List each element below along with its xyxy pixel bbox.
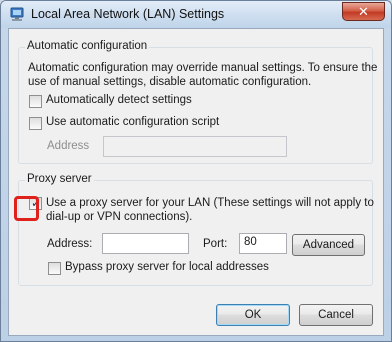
- proxy-server-legend: Proxy server: [25, 173, 94, 185]
- ok-button-label: OK: [244, 309, 262, 321]
- automatic-configuration-group: Automatic configuration Automatic config…: [18, 40, 377, 164]
- annotation-highlight-box: [14, 196, 39, 221]
- proxy-address-label: Address:: [47, 238, 93, 250]
- proxy-address-input[interactable]: [102, 233, 189, 254]
- script-address-label: Address: [47, 140, 90, 152]
- close-icon: ✕: [358, 4, 369, 19]
- cancel-button-label: Cancel: [318, 309, 354, 321]
- dialog-body: Automatic configuration Automatic config…: [8, 28, 384, 336]
- use-proxy-row[interactable]: Use a proxy server for your LAN (These s…: [29, 196, 374, 224]
- bypass-local-row[interactable]: Bypass proxy server for local addresses: [48, 261, 269, 275]
- use-proxy-label-line2: dial-up or VPN connections).: [46, 211, 193, 223]
- proxy-server-group: Proxy server Use a proxy server for your…: [18, 173, 374, 286]
- ok-button[interactable]: OK: [216, 304, 290, 326]
- advanced-button-label: Advanced: [302, 239, 355, 251]
- auto-detect-label: Automatically detect settings: [46, 94, 192, 106]
- window-title: Local Area Network (LAN) Settings: [31, 7, 225, 21]
- close-button[interactable]: ✕: [342, 2, 385, 21]
- script-address-input[interactable]: [103, 136, 287, 157]
- cancel-button[interactable]: Cancel: [299, 304, 373, 326]
- lan-settings-dialog: Local Area Network (LAN) Settings ✕ Auto…: [0, 0, 392, 342]
- use-script-row[interactable]: Use automatic configuration script: [29, 116, 219, 130]
- proxy-port-input[interactable]: 80: [239, 233, 287, 254]
- use-script-checkbox[interactable]: [29, 117, 42, 130]
- automatic-configuration-legend: Automatic configuration: [25, 40, 150, 52]
- advanced-button[interactable]: Advanced: [292, 234, 365, 256]
- proxy-port-label: Port:: [203, 238, 228, 250]
- network-settings-icon: [9, 6, 25, 22]
- automatic-configuration-description: Automatic configuration may override man…: [28, 62, 378, 88]
- bypass-local-label: Bypass proxy server for local addresses: [65, 261, 269, 273]
- use-proxy-label-line1: Use a proxy server for your LAN (These s…: [46, 197, 374, 209]
- use-script-label: Use automatic configuration script: [46, 116, 220, 128]
- bypass-local-checkbox[interactable]: [48, 262, 61, 275]
- auto-detect-checkbox[interactable]: [29, 95, 42, 108]
- title-bar[interactable]: Local Area Network (LAN) Settings ✕: [1, 1, 391, 28]
- use-proxy-label: Use a proxy server for your LAN (These s…: [46, 196, 374, 224]
- auto-detect-row[interactable]: Automatically detect settings: [29, 94, 192, 108]
